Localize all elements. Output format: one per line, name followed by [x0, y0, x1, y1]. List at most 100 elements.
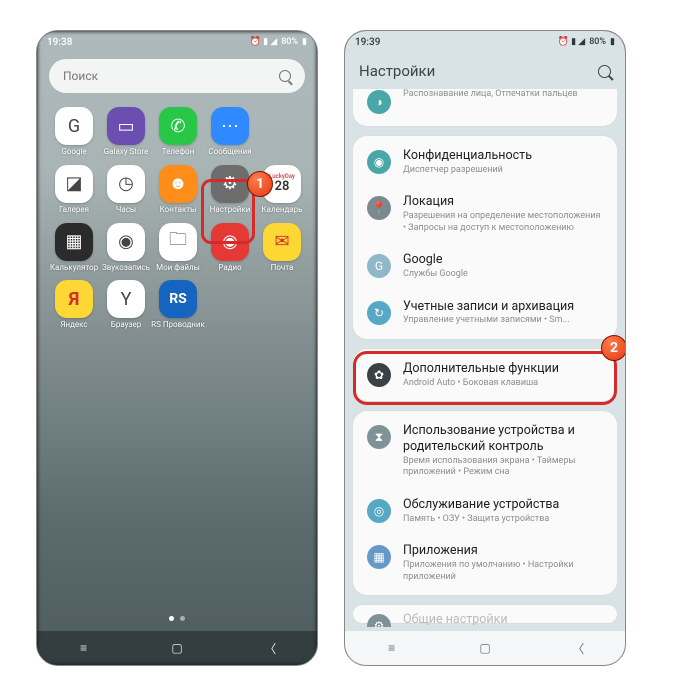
highlight-settings-app [201, 179, 255, 244]
battery-level: 80% [589, 37, 606, 47]
nav-home[interactable]: ▢ [167, 641, 187, 655]
phone-settings: 19:39 ⏰ ▮ ◢ 80% ▮ Настройки ◑ Распознава… [344, 30, 626, 666]
Galaxy Store-icon: ▭ [107, 107, 145, 145]
row-icon: G [367, 254, 391, 278]
app-grid: GGoogle▭ Galaxy Store ✆Телефон⋯Сообщения ◪Г… [49, 107, 305, 330]
app-label: Яндекс [60, 321, 87, 330]
search-placeholder: Поиск [63, 69, 98, 83]
row-sub: Управление учетными записями • Sm... [403, 315, 603, 327]
app-Мои файлы[interactable]: 🗀 Мои файлы [153, 223, 203, 273]
gear-icon: ⚙ [367, 614, 391, 627]
app-label: Часы [116, 206, 136, 215]
app-Калькулятор[interactable]: ▦ Калькулятор [49, 223, 99, 273]
app-label: Galaxy Store [104, 148, 149, 157]
settings-row[interactable]: ◉ Конфиденциальность Диспетчер разрешени… [353, 139, 617, 185]
app-Google[interactable]: GGoogle [49, 107, 99, 157]
row-title: Конфиденциальность [403, 148, 603, 164]
callout-2: 2 [601, 335, 626, 361]
row-icon: ▦ [367, 545, 391, 569]
settings-card: ◑ Распознавание лица, Отпечатки пальцев [353, 89, 617, 126]
Сообщения-icon: ⋯ [211, 107, 249, 145]
app-RS Проводник[interactable]: RSRS Проводник [153, 280, 203, 330]
settings-card: ⚙ Общие настройки [353, 605, 617, 623]
app-Контакты[interactable]: ☻ Контакты [153, 165, 203, 215]
app-label: Радио [218, 264, 241, 273]
search-icon[interactable] [598, 65, 611, 78]
app-Сообщения[interactable]: ⋯Сообщения [205, 107, 255, 157]
row-icon: ◉ [367, 150, 391, 174]
app-label: Контакты [160, 206, 197, 215]
row-title: Google [403, 252, 603, 268]
app-label: Google [61, 148, 86, 157]
status-right: ⏰ ▮ ◢ 80% ▮ [558, 37, 615, 47]
app-empty [257, 107, 307, 157]
settings-row[interactable]: ◎ Обслуживание устройства Память • ОЗУ •… [353, 488, 617, 534]
Звукозапись-icon: ◉ [107, 223, 145, 261]
page-dot [180, 616, 185, 621]
row-sub: Память • ОЗУ • Защита устройства [403, 514, 603, 526]
row-title-cut: Общие настройки [403, 612, 603, 627]
app-Галерея[interactable]: ◪Галерея [49, 165, 99, 215]
Часы-icon: ◷ [107, 165, 145, 203]
battery-icon: ▮ [302, 37, 307, 47]
status-icons: ⏰ ▮ ◢ [250, 37, 278, 47]
app-Galaxy Store[interactable]: ▭ Galaxy Store [101, 107, 151, 157]
app-label: Мои файлы [156, 264, 200, 273]
app-label: Калькулятор [50, 264, 98, 273]
app-label: Календарь [262, 206, 303, 215]
row-title: Приложения [403, 543, 603, 559]
page-indicator [37, 616, 317, 621]
settings-row[interactable]: 📍 Локация Разрешения на определение мест… [353, 185, 617, 243]
settings-row-biometrics[interactable]: ◑ Распознавание лица, Отпечатки пальцев [353, 89, 617, 123]
app-label: Почта [271, 264, 294, 273]
app-Звукозапись[interactable]: ◉ Звукозапись [101, 223, 151, 273]
app-label: Телефон [162, 148, 194, 157]
battery-level: 80% [281, 37, 298, 47]
row-sub: Время использования экрана • Таймеры при… [403, 456, 603, 479]
Калькулятор-icon: ▦ [55, 223, 93, 261]
status-time: 19:39 [355, 37, 380, 48]
status-right: ⏰ ▮ ◢ 80% ▮ [250, 37, 307, 47]
row-icon: ⧗ [367, 425, 391, 449]
nav-home[interactable]: ▢ [475, 641, 495, 655]
status-icons: ⏰ ▮ ◢ [558, 37, 586, 47]
row-title: Использование устройства и родительский … [403, 423, 603, 454]
row-title: Учетные записи и архивация [403, 299, 603, 315]
row-sub: Приложения по умолчанию • Настройки прил… [403, 560, 603, 583]
app-Браузер[interactable]: Y Браузер [101, 280, 151, 330]
page-dot [169, 616, 174, 621]
app-Яндекс[interactable]: ЯЯндекс [49, 280, 99, 330]
status-bar: 19:39 ⏰ ▮ ◢ 80% ▮ [345, 31, 625, 53]
app-Телефон[interactable]: ✆Телефон [153, 107, 203, 157]
Контакты-icon: ☻ [159, 165, 197, 203]
nav-back[interactable]: 〈 [568, 641, 588, 655]
Браузер-icon: Y [107, 280, 145, 318]
row-icon: ◎ [367, 499, 391, 523]
search-bar[interactable]: Поиск [49, 59, 305, 93]
settings-row[interactable]: ⧗ Использование устройства и родительски… [353, 414, 617, 488]
Мои файлы-icon: 🗀 [159, 223, 197, 261]
nav-recent[interactable]: ≡ [74, 641, 94, 655]
search-icon [279, 70, 291, 82]
settings-card: ⧗ Использование устройства и родительски… [353, 411, 617, 595]
app-Почта[interactable]: ✉ Почта [257, 223, 307, 273]
row-sub: Разрешения на определение местоположения… [403, 211, 603, 234]
app-label: Браузер [111, 321, 141, 330]
row-sub: Службы Google [403, 269, 603, 281]
nav-back[interactable]: 〈 [260, 641, 280, 655]
settings-row[interactable]: G Google Службы Google [353, 243, 617, 289]
app-label: Звукозапись [102, 264, 150, 273]
callout-1: 1 [247, 171, 273, 197]
row-icon: 📍 [367, 196, 391, 220]
Почта-icon: ✉ [263, 223, 301, 261]
phone-home: 19:38 ⏰ ▮ ◢ 80% ▮ Поиск GGoogle▭Galaxy S… [36, 30, 318, 666]
app-label: Галерея [59, 206, 89, 215]
settings-row[interactable]: ↻ Учетные записи и архивация Управление … [353, 290, 617, 336]
shield-icon: ◑ [367, 90, 391, 114]
row-title: Обслуживание устройства [403, 497, 603, 513]
row-title: Локация [403, 194, 603, 210]
nav-bar: ≡ ▢ 〈 [37, 631, 317, 665]
nav-recent[interactable]: ≡ [382, 641, 402, 655]
app-Часы[interactable]: ◷ Часы [101, 165, 151, 215]
settings-row[interactable]: ▦ Приложения Приложения по умолчанию • Н… [353, 534, 617, 592]
